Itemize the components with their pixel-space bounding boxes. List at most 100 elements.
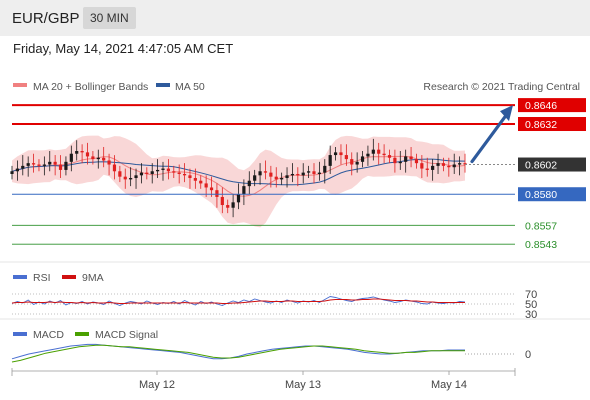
candle-body: [26, 163, 30, 166]
candle-body: [10, 171, 14, 174]
candle-body: [404, 156, 408, 162]
candle-body: [48, 161, 52, 165]
rsi-ma-line: [11, 298, 465, 304]
chart-widget: EUR/GBP 30 MIN Friday, May 14, 2021 4:47…: [0, 0, 590, 400]
candle-body: [204, 183, 208, 188]
macd-plot: 0: [11, 343, 531, 363]
candle-body: [177, 172, 181, 174]
candle-body: [161, 168, 165, 170]
macd-legend-swatch: [13, 332, 27, 336]
candle-body: [247, 180, 251, 187]
candle-body: [102, 157, 106, 161]
candle-body: [15, 168, 19, 172]
price-chart: MA 20 + Bollinger Bands MA 50 Research ©…: [0, 81, 590, 391]
x-tick-label: May 12: [139, 379, 175, 391]
candle-body: [199, 180, 203, 184]
level-label: 0.8632: [525, 119, 557, 131]
candle-body: [441, 163, 446, 166]
level-label: 0.8580: [525, 189, 557, 201]
candle-body: [296, 173, 300, 176]
candle-body: [285, 175, 289, 179]
main-plot: 0.8646 0.8632 0.8602 0.8580 0.8557 0.8543: [10, 98, 586, 251]
candle-body: [69, 153, 73, 162]
candle-body: [220, 196, 224, 206]
candle-body: [188, 175, 192, 179]
rsi-plot: 705030: [11, 289, 537, 321]
ma50-legend-label: MA 50: [175, 81, 205, 93]
candle-body: [409, 156, 413, 160]
candle-body: [64, 161, 68, 170]
candle-body: [112, 164, 117, 172]
candle-body: [447, 165, 451, 168]
main-legend: MA 20 + Bollinger Bands MA 50 Research ©…: [13, 81, 580, 93]
candle-body: [91, 156, 95, 160]
candle-body: [344, 155, 348, 160]
candle-body: [215, 190, 219, 197]
candle-body: [139, 172, 144, 176]
candle-body: [123, 176, 127, 180]
candle-body: [226, 205, 230, 208]
candle-body: [431, 165, 435, 170]
candle-body: [242, 186, 246, 195]
level-label: 0.8543: [525, 239, 557, 251]
candle-body: [58, 164, 63, 170]
candle-body: [85, 152, 90, 157]
candle-body: [21, 165, 25, 169]
candle-body: [274, 176, 278, 180]
candle-body: [42, 164, 46, 166]
rsi-line: [11, 296, 466, 306]
candle-body: [333, 152, 338, 156]
credit-label: Research © 2021 Trading Central: [423, 81, 580, 93]
candle-body: [458, 163, 462, 165]
macd-signal-legend-swatch: [75, 332, 89, 336]
candle-body: [387, 155, 392, 158]
rsi-ma-legend-swatch: [62, 275, 76, 279]
candle-body: [382, 153, 386, 156]
candle-body: [150, 171, 154, 174]
rsi-legend-label: RSI: [33, 272, 51, 284]
candle-body: [236, 194, 241, 203]
macd-legend: MACD MACD Signal: [13, 329, 158, 341]
candle-body: [193, 178, 197, 181]
candle-body: [312, 171, 316, 174]
candle-body: [290, 173, 295, 176]
candle-body: [145, 172, 149, 174]
candle-body: [37, 164, 41, 166]
candle-body: [371, 149, 375, 154]
candle-body: [301, 172, 305, 176]
candle-body: [323, 165, 327, 173]
candle-body: [182, 173, 187, 176]
candle-body: [75, 151, 79, 154]
candle-body: [129, 178, 133, 180]
candle-body: [53, 161, 57, 165]
macd-tick-label: 0: [525, 349, 531, 361]
candle-body: [425, 168, 429, 170]
candle-body: [414, 159, 419, 164]
level-label: 0.8557: [525, 220, 557, 232]
x-tick-label: May 14: [431, 379, 467, 391]
level-label: 0.8646: [525, 100, 557, 112]
candle-body: [263, 171, 268, 173]
macd-signal-line: [11, 344, 465, 363]
level-label: 0.8602: [525, 160, 557, 172]
candle-body: [80, 151, 84, 153]
rsi-legend: RSI 9MA: [13, 272, 104, 284]
candle-body: [393, 157, 397, 164]
candle-body: [317, 172, 321, 174]
ma20-legend-label: MA 20 + Bollinger Bands: [33, 81, 148, 93]
candle-body: [377, 149, 381, 154]
candle-body: [280, 178, 284, 180]
macd-legend-label: MACD: [33, 329, 64, 341]
x-tick-label: May 13: [285, 379, 321, 391]
rsi-ma-legend-label: 9MA: [82, 272, 104, 284]
candle-body: [339, 152, 343, 156]
candle-body: [209, 187, 214, 191]
candle-body: [398, 161, 402, 164]
macd-signal-legend-label: MACD Signal: [95, 329, 158, 341]
candle-body: [166, 168, 170, 172]
candle-body: [118, 171, 122, 177]
candle-body: [452, 164, 456, 168]
candle-body: [258, 171, 262, 176]
candle-body: [366, 153, 370, 157]
candle-body: [107, 160, 111, 165]
